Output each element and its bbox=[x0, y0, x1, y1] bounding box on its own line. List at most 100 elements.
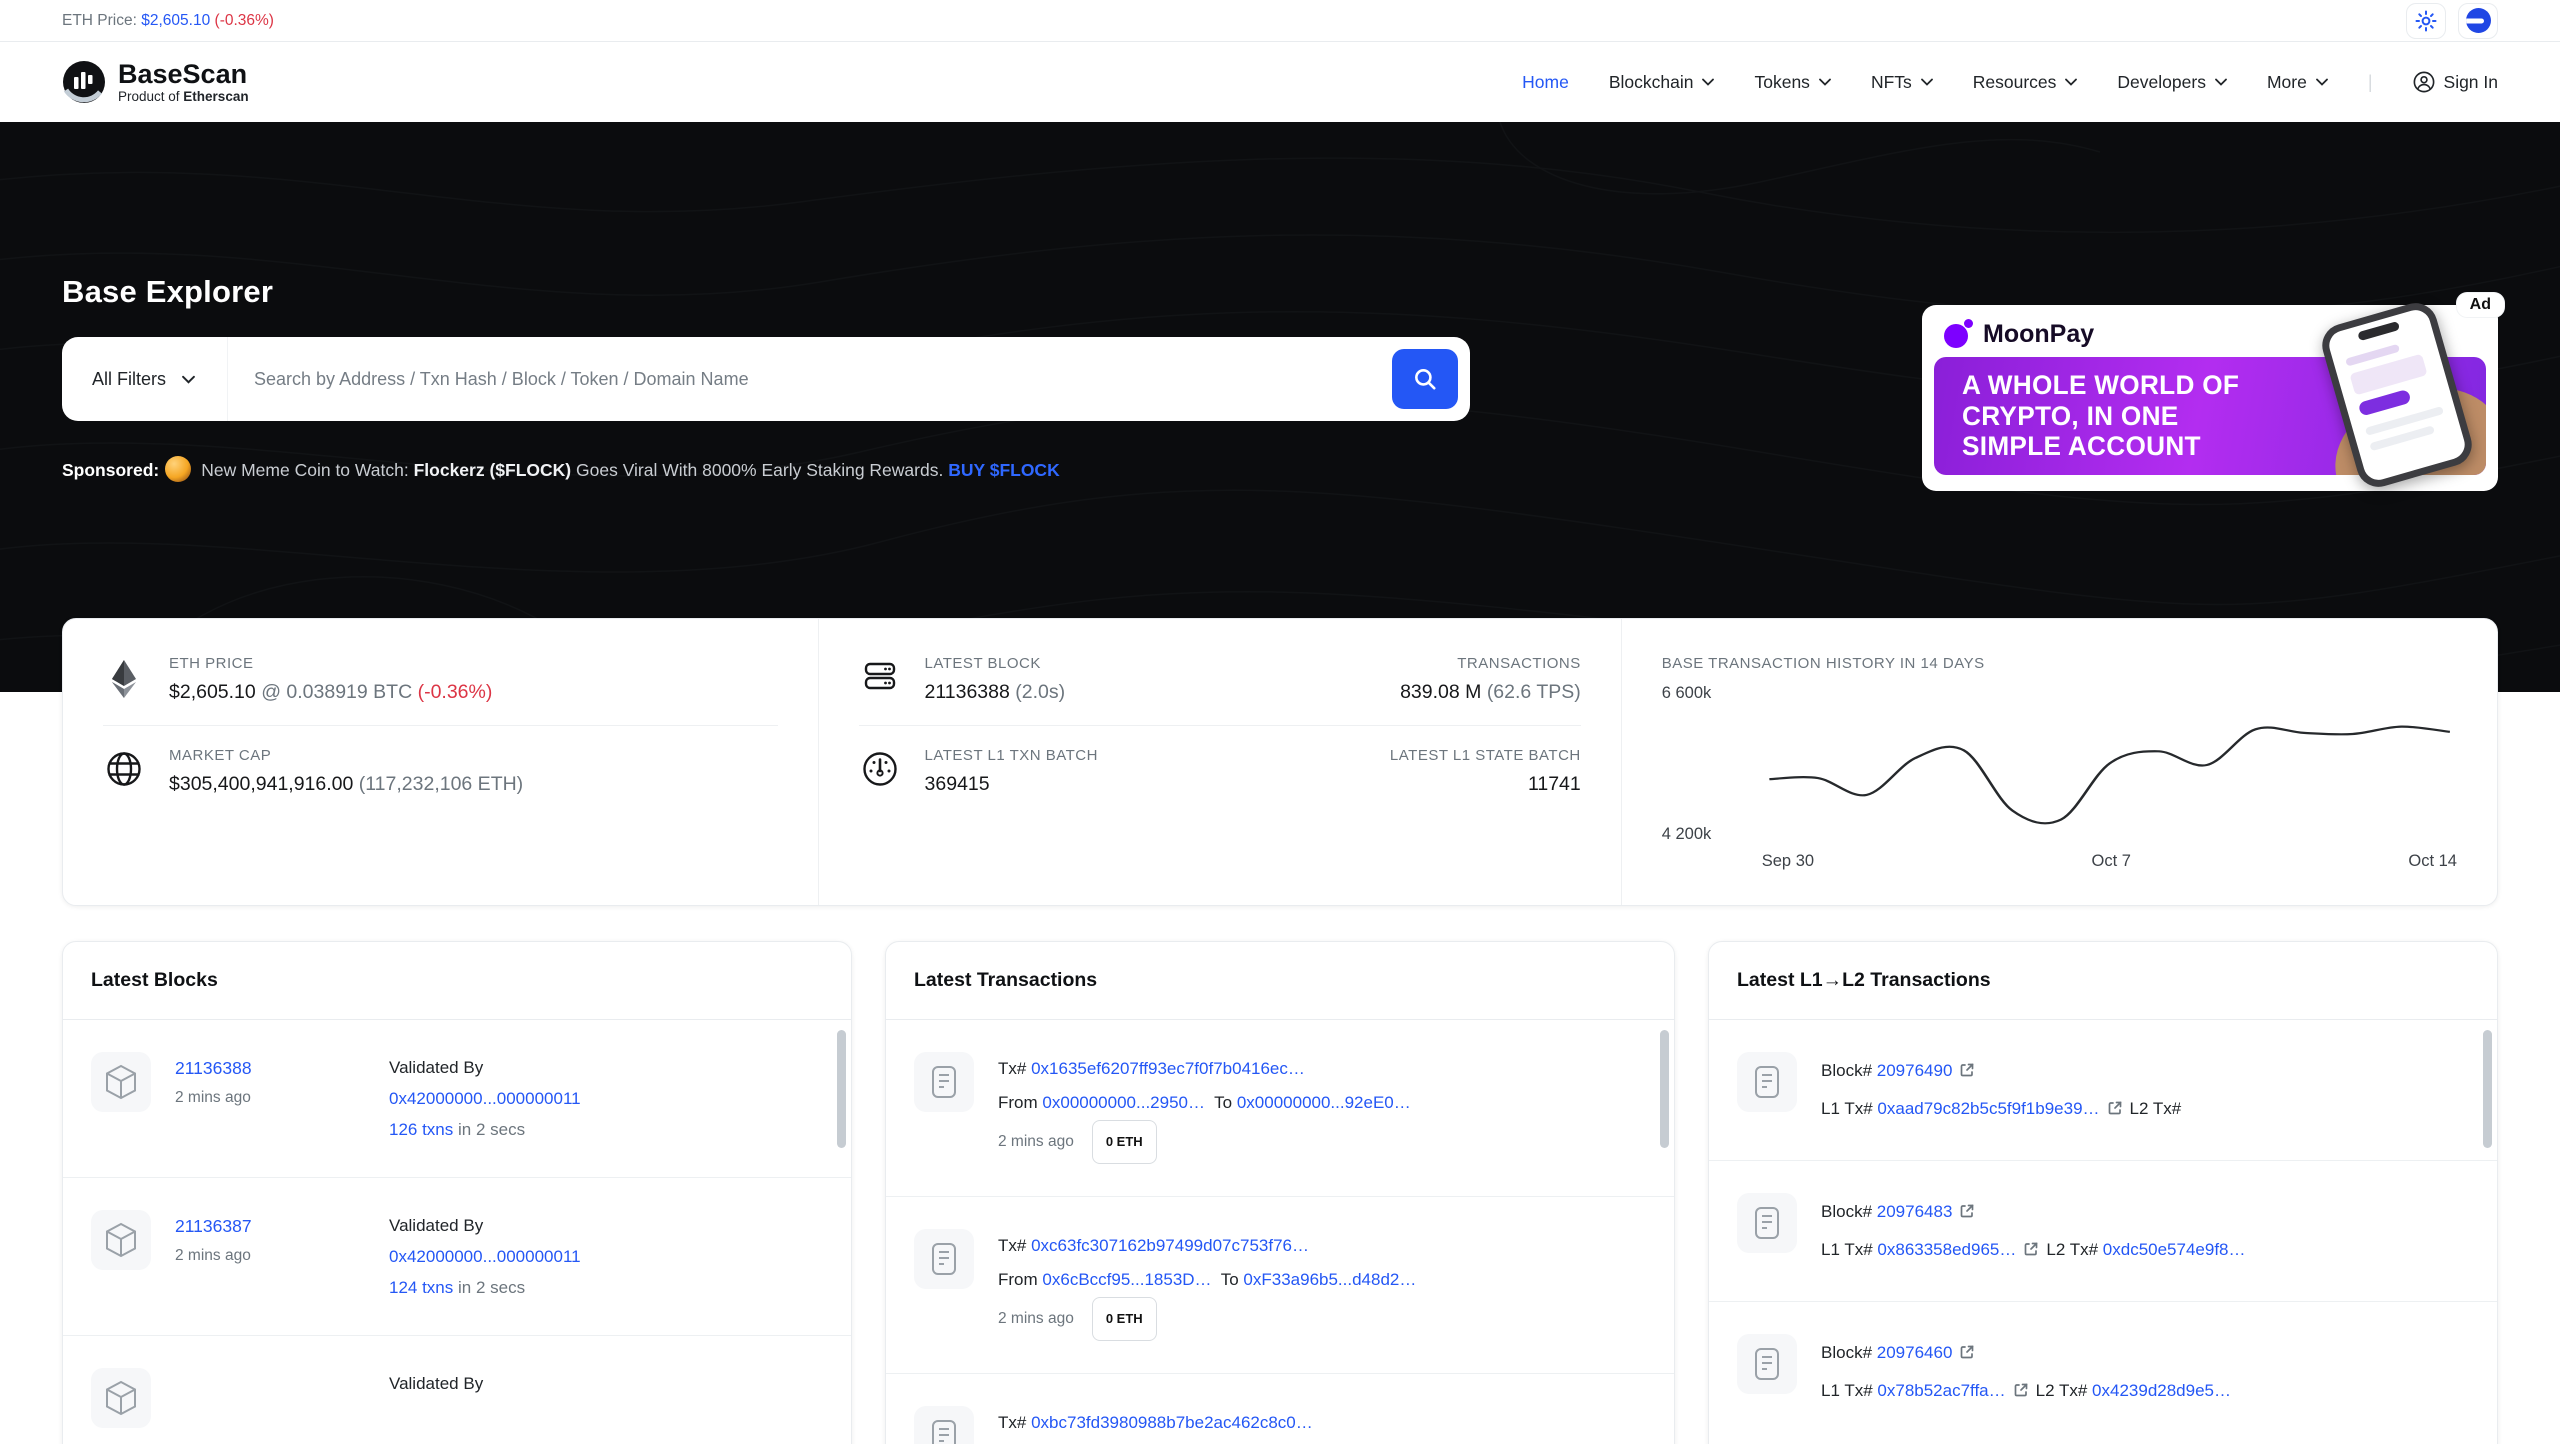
block-txns-link[interactable]: 124 txns bbox=[389, 1278, 453, 1297]
l1-txn-batch-value[interactable]: 369415 bbox=[925, 773, 1098, 796]
transactions-value[interactable]: 839.08 M (62.6 TPS) bbox=[1400, 681, 1581, 704]
chevron-down-icon bbox=[1702, 78, 1714, 86]
l1-state-batch-label: LATEST L1 STATE BATCH bbox=[1390, 747, 1581, 764]
chevron-down-icon bbox=[1819, 78, 1831, 86]
sponsored-label: Sponsored: bbox=[62, 460, 159, 480]
nav-item-home[interactable]: Home bbox=[1522, 72, 1569, 93]
chart-title: BASE TRANSACTION HISTORY IN 14 DAYS bbox=[1662, 655, 2457, 672]
market-cap-stat-value[interactable]: $305,400,941,916.00 (117,232,106 ETH) bbox=[169, 773, 523, 796]
block-number-link[interactable]: 21136388 bbox=[175, 1058, 365, 1079]
nav-item-nfts[interactable]: NFTs bbox=[1871, 72, 1933, 93]
theme-toggle-button[interactable] bbox=[2406, 3, 2446, 39]
ad-banner[interactable]: Ad MoonPay A WHOLE WORLD OF CRYPTO, IN O… bbox=[1922, 305, 2498, 491]
tx-hash-link[interactable]: 0xc63fc307162b97499d07c753f76… bbox=[1031, 1236, 1309, 1255]
l1-state-batch-value[interactable]: 11741 bbox=[1390, 773, 1581, 796]
l1l2-row: Block# 20976460 L1 Tx# 0x78b52ac7ffa…L2 … bbox=[1709, 1302, 2497, 1442]
sponsored-cta-link[interactable]: BUY $FLOCK bbox=[948, 460, 1060, 480]
block-label: Block# bbox=[1821, 1061, 1872, 1080]
scrollbar-thumb[interactable] bbox=[837, 1030, 846, 1148]
nav-divider: | bbox=[2368, 72, 2373, 93]
chart-y-axis: 6 600k 4 200k bbox=[1662, 682, 1762, 850]
brand-subtitle: Product of Etherscan bbox=[118, 89, 249, 104]
ad-headline: A WHOLE WORLD OF CRYPTO, IN ONE SIMPLE A… bbox=[1962, 370, 2239, 462]
nav-item-blockchain[interactable]: Blockchain bbox=[1609, 72, 1715, 93]
l1l2-block-link[interactable]: 20976483 bbox=[1877, 1202, 1953, 1221]
block-age: 2 mins ago bbox=[175, 1089, 365, 1107]
eth-price-stat-value[interactable]: $2,605.10 @ 0.038919 BTC (-0.36%) bbox=[169, 681, 492, 704]
eth-price-label: ETH Price: bbox=[62, 12, 137, 29]
scrollbar-thumb[interactable] bbox=[2483, 1030, 2492, 1148]
external-link-icon[interactable] bbox=[1959, 1344, 1975, 1360]
globe-icon bbox=[103, 747, 145, 796]
latest-block-label: LATEST BLOCK bbox=[925, 655, 1066, 672]
brand-text: BaseScan Product of Etherscan bbox=[118, 60, 249, 104]
nav-menu: Home Blockchain Tokens NFTs Resources De… bbox=[1522, 71, 2498, 93]
external-link-icon[interactable] bbox=[1959, 1203, 1975, 1219]
y-tick-min: 4 200k bbox=[1662, 825, 1762, 844]
l1-tx-link[interactable]: 0x78b52ac7ffa… bbox=[1877, 1381, 2005, 1400]
search-button[interactable] bbox=[1392, 349, 1458, 409]
validated-by-label: Validated By bbox=[389, 1210, 811, 1241]
tx-hash-link[interactable]: 0x1635ef6207ff93ec7f0f7b0416ec… bbox=[1031, 1059, 1305, 1078]
topbar-actions bbox=[2406, 3, 2498, 39]
to-address-link[interactable]: 0x00000000...92eE0… bbox=[1237, 1093, 1411, 1112]
sponsored-banner: Sponsored:New Meme Coin to Watch: Flocke… bbox=[62, 451, 1407, 490]
l1-tx-link[interactable]: 0x863358ed965… bbox=[1877, 1240, 2016, 1259]
l2-tx-link[interactable]: 0xdc50e574e9f8… bbox=[2103, 1240, 2246, 1259]
from-address-link[interactable]: 0x6cBccf95...1853D… bbox=[1042, 1270, 1211, 1289]
external-link-icon[interactable] bbox=[2107, 1100, 2123, 1116]
l2-tx-link[interactable]: 0x4239d28d9e5… bbox=[2092, 1381, 2231, 1400]
nav-item-tokens[interactable]: Tokens bbox=[1754, 72, 1830, 93]
moonpay-logo-icon bbox=[1944, 319, 1974, 349]
sign-in-button[interactable]: Sign In bbox=[2413, 71, 2498, 93]
scrollbar-thumb[interactable] bbox=[1660, 1030, 1669, 1148]
basescan-logo-icon bbox=[62, 60, 106, 104]
flock-coin-icon bbox=[165, 456, 191, 482]
cube-icon bbox=[91, 1052, 151, 1112]
nav-item-developers[interactable]: Developers bbox=[2117, 72, 2227, 93]
chevron-down-icon bbox=[1921, 78, 1933, 86]
eth-price-ticker: ETH Price: $2,605.10 (-0.36%) bbox=[62, 12, 274, 30]
stats-col-network: LATEST BLOCK 21136388 (2.0s) TRANSACTION… bbox=[818, 619, 1621, 905]
base-network-icon bbox=[2466, 8, 2491, 33]
network-switcher-button[interactable] bbox=[2458, 3, 2498, 39]
latest-block-stat: LATEST BLOCK 21136388 (2.0s) TRANSACTION… bbox=[859, 655, 1581, 704]
latest-block-value[interactable]: 21136388 (2.0s) bbox=[925, 681, 1066, 704]
block-row: 21136387 2 mins ago Validated By 0x42000… bbox=[63, 1178, 851, 1335]
block-number-link[interactable]: 21136387 bbox=[175, 1216, 365, 1237]
chart-x-axis: Sep 30 Oct 7 Oct 14 bbox=[1762, 852, 2457, 871]
document-icon bbox=[914, 1229, 974, 1289]
ad-badge: Ad bbox=[2457, 293, 2504, 317]
search-filters-dropdown[interactable]: All Filters bbox=[62, 337, 228, 421]
l1-tx-link[interactable]: 0xaad79c82b5c5f9f1b9e39… bbox=[1877, 1099, 2099, 1118]
validator-link[interactable]: 0x42000000...000000011 bbox=[389, 1247, 581, 1266]
top-bar: ETH Price: $2,605.10 (-0.36%) bbox=[0, 0, 2560, 42]
l2-tx-label: L2 Tx# bbox=[2130, 1099, 2182, 1118]
eth-price-value[interactable]: $2,605.10 bbox=[141, 12, 210, 29]
block-age: 2 mins ago bbox=[175, 1247, 365, 1265]
latest-transactions-list: Tx# 0x1635ef6207ff93ec7f0f7b0416ec… From… bbox=[886, 1020, 1674, 1444]
search-input[interactable] bbox=[228, 337, 1392, 421]
nav-item-more[interactable]: More bbox=[2267, 72, 2328, 93]
chart-line bbox=[1762, 697, 2457, 835]
tx-hash-link[interactable]: 0xbc73fd3980988b7be2ac462c8c0… bbox=[1031, 1413, 1313, 1432]
document-icon bbox=[1737, 1193, 1797, 1253]
block-txns-link[interactable]: 126 txns bbox=[389, 1120, 453, 1139]
divider bbox=[103, 725, 778, 726]
tx-label: Tx# bbox=[998, 1413, 1026, 1432]
nav-item-resources[interactable]: Resources bbox=[1973, 72, 2078, 93]
to-address-link[interactable]: 0xF33a96b5...d48d2… bbox=[1243, 1270, 1416, 1289]
transactions-label: TRANSACTIONS bbox=[1400, 655, 1581, 672]
from-address-link[interactable]: 0x00000000...2950… bbox=[1042, 1093, 1205, 1112]
external-link-icon[interactable] bbox=[2013, 1382, 2029, 1398]
brand[interactable]: BaseScan Product of Etherscan bbox=[62, 60, 249, 104]
block-txn-time: in 2 secs bbox=[458, 1120, 525, 1139]
l1-txn-batch-label: LATEST L1 TXN BATCH bbox=[925, 747, 1098, 764]
l1l2-block-link[interactable]: 20976490 bbox=[1877, 1061, 1953, 1080]
external-link-icon[interactable] bbox=[2023, 1241, 2039, 1257]
external-link-icon[interactable] bbox=[1959, 1062, 1975, 1078]
eth-price-stat-label: ETH PRICE bbox=[169, 655, 492, 672]
page: ETH Price: $2,605.10 (-0.36%) bbox=[0, 0, 2560, 1444]
validator-link[interactable]: 0x42000000...000000011 bbox=[389, 1089, 581, 1108]
l1l2-block-link[interactable]: 20976460 bbox=[1877, 1343, 1953, 1362]
